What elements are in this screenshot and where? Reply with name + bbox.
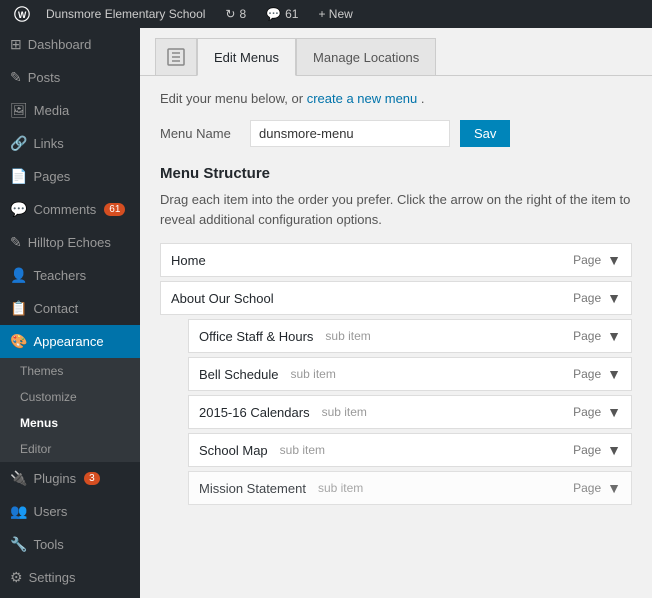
menu-item-home[interactable]: Home Page ▼	[160, 243, 632, 277]
menu-structure-title: Menu Structure	[160, 165, 632, 182]
teachers-icon: 👤	[10, 267, 27, 284]
updates-icon: ↻	[225, 7, 235, 21]
content-area: Edit Menus Manage Locations Edit your me…	[140, 28, 652, 598]
about-chevron-icon: ▼	[607, 290, 621, 306]
sidebar-item-comments[interactable]: 💬 Comments 61	[0, 193, 140, 226]
links-icon: 🔗	[10, 135, 27, 152]
mission-statement-label: Mission Statement	[199, 481, 306, 496]
bell-schedule-tag: sub item	[291, 367, 336, 381]
admin-bar: W Dunsmore Elementary School ↻ 8 💬 61 + …	[0, 0, 652, 28]
sidebar-subitem-themes[interactable]: Themes	[0, 358, 140, 384]
sidebar-item-posts[interactable]: ✎ Posts	[0, 61, 140, 94]
new-content-item[interactable]: + New	[308, 0, 362, 28]
dashboard-icon: ⊞	[10, 36, 22, 53]
media-icon: 🖼	[10, 102, 28, 119]
comments-icon: 💬	[266, 7, 281, 21]
save-button[interactable]: Sav	[460, 120, 510, 147]
school-map-tag: sub item	[280, 443, 325, 457]
create-new-menu-link[interactable]: create a new menu	[307, 91, 418, 106]
school-map-label: School Map	[199, 443, 268, 458]
comments-sidebar-icon: 💬	[10, 201, 27, 218]
about-item-label: About Our School	[171, 291, 274, 306]
menu-items-list: Home Page ▼ About Our School Page ▼	[160, 243, 632, 505]
sidebar-item-users[interactable]: 👥 Users	[0, 495, 140, 528]
contact-icon: 📋	[10, 300, 27, 317]
calendars-label: 2015-16 Calendars	[199, 405, 310, 420]
office-staff-label: Office Staff & Hours	[199, 329, 313, 344]
appearance-submenu: Themes Customize Menus Editor	[0, 358, 140, 462]
tab-edit-menus[interactable]: Edit Menus	[197, 38, 296, 76]
tab-icon-area	[155, 38, 197, 75]
posts-icon: ✎	[10, 69, 22, 86]
home-item-label: Home	[171, 253, 206, 268]
sidebar-item-tools[interactable]: 🔧 Tools	[0, 528, 140, 561]
home-chevron-icon: ▼	[607, 252, 621, 268]
tab-manage-locations[interactable]: Manage Locations	[296, 38, 436, 75]
mission-statement-tag: sub item	[318, 481, 363, 495]
comments-item[interactable]: 💬 61	[256, 0, 308, 28]
sidebar-item-pages[interactable]: 📄 Pages	[0, 160, 140, 193]
content-inner: Edit your menu below, or create a new me…	[140, 76, 652, 524]
edit-menu-description: Edit your menu below, or create a new me…	[160, 91, 632, 106]
menu-name-row: Menu Name Sav	[160, 120, 632, 147]
updates-item[interactable]: ↻ 8	[215, 0, 256, 28]
menu-item-calendars[interactable]: 2015-16 Calendars sub item Page ▼	[188, 395, 632, 429]
sidebar-item-settings[interactable]: ⚙ Settings	[0, 561, 140, 594]
sidebar-item-teachers[interactable]: 👤 Teachers	[0, 259, 140, 292]
sidebar-item-plugins[interactable]: 🔌 Plugins 3	[0, 462, 140, 495]
menu-item-about-our-school[interactable]: About Our School Page ▼	[160, 281, 632, 315]
hilltop-echoes-icon: ✎	[10, 234, 22, 251]
sidebar-subitem-customize[interactable]: Customize	[0, 384, 140, 410]
sidebar-item-cpt-ui[interactable]: ⚙ CPT UI	[0, 594, 140, 598]
sidebar-subitem-menus[interactable]: Menus	[0, 410, 140, 436]
sidebar-item-appearance[interactable]: 🎨 Appearance	[0, 325, 140, 358]
appearance-icon: 🎨	[10, 333, 27, 350]
users-icon: 👥	[10, 503, 27, 520]
menu-item-school-map[interactable]: School Map sub item Page ▼	[188, 433, 632, 467]
menu-item-office-staff[interactable]: Office Staff & Hours sub item Page ▼	[188, 319, 632, 353]
sidebar-item-hilltop-echoes[interactable]: ✎ Hilltop Echoes	[0, 226, 140, 259]
sidebar: ⊞ Dashboard ✎ Posts 🖼 Media 🔗 Links 📄 Pa…	[0, 28, 140, 598]
menu-name-input[interactable]	[250, 120, 450, 147]
menu-icon	[166, 47, 186, 67]
plugins-badge: 3	[84, 472, 100, 485]
sidebar-item-dashboard[interactable]: ⊞ Dashboard	[0, 28, 140, 61]
calendars-chevron-icon: ▼	[607, 404, 621, 420]
wp-logo[interactable]: W	[8, 0, 36, 28]
bell-schedule-label: Bell Schedule	[199, 367, 279, 382]
tools-icon: 🔧	[10, 536, 27, 553]
main-layout: ⊞ Dashboard ✎ Posts 🖼 Media 🔗 Links 📄 Pa…	[0, 28, 652, 598]
pages-icon: 📄	[10, 168, 27, 185]
office-staff-tag: sub item	[325, 329, 370, 343]
menu-item-mission-statement[interactable]: Mission Statement sub item Page ▼	[188, 471, 632, 505]
office-staff-chevron-icon: ▼	[607, 328, 621, 344]
menu-item-bell-schedule[interactable]: Bell Schedule sub item Page ▼	[188, 357, 632, 391]
sidebar-subitem-editor[interactable]: Editor	[0, 436, 140, 462]
tabs-bar: Edit Menus Manage Locations	[140, 28, 652, 76]
site-name[interactable]: Dunsmore Elementary School	[36, 0, 215, 28]
comments-badge: 61	[104, 203, 125, 216]
menu-name-label: Menu Name	[160, 126, 240, 141]
menu-structure-desc: Drag each item into the order you prefer…	[160, 190, 632, 229]
bell-schedule-chevron-icon: ▼	[607, 366, 621, 382]
sidebar-item-contact[interactable]: 📋 Contact	[0, 292, 140, 325]
school-map-chevron-icon: ▼	[607, 442, 621, 458]
svg-text:W: W	[18, 10, 27, 20]
plugins-icon: 🔌	[10, 470, 27, 487]
sidebar-item-links[interactable]: 🔗 Links	[0, 127, 140, 160]
mission-statement-chevron-icon: ▼	[607, 480, 621, 496]
calendars-tag: sub item	[322, 405, 367, 419]
sidebar-item-media[interactable]: 🖼 Media	[0, 94, 140, 127]
settings-icon: ⚙	[10, 569, 23, 586]
